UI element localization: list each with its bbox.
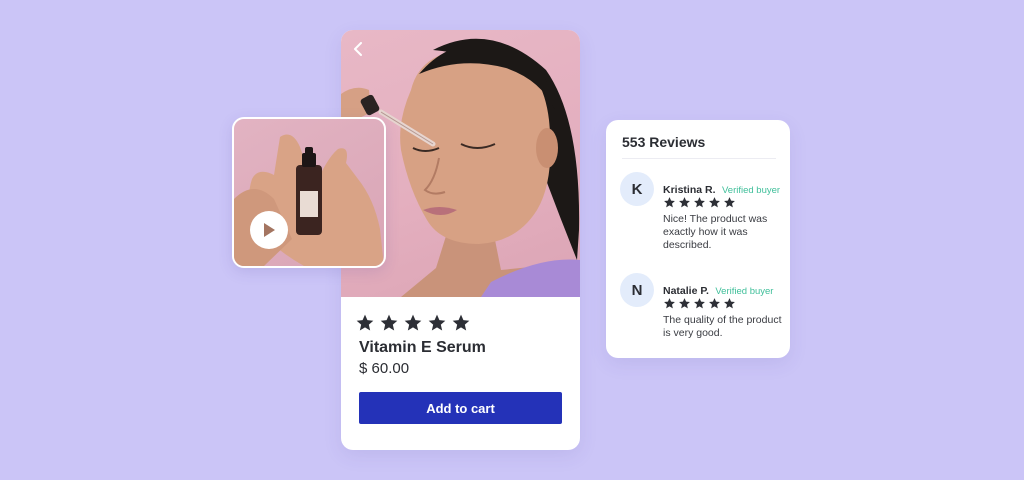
star-icon	[664, 197, 675, 208]
star-icon	[724, 197, 735, 208]
star-icon	[428, 314, 446, 331]
reviews-card: 553 Reviews K Kristina R. Verified buyer…	[606, 120, 790, 358]
verified-badge: Verified buyer	[715, 286, 774, 297]
reviewer-name: Kristina R.	[663, 184, 716, 196]
star-icon	[404, 314, 422, 331]
star-icon	[679, 197, 690, 208]
product-price: $ 60.00	[359, 360, 410, 377]
star-icon	[380, 314, 398, 331]
product-rating	[355, 313, 471, 333]
star-icon	[694, 197, 705, 208]
star-icon	[664, 298, 675, 309]
avatar: N	[620, 273, 654, 307]
add-to-cart-button[interactable]: Add to cart	[359, 392, 562, 424]
divider	[622, 158, 776, 159]
back-button[interactable]	[353, 42, 373, 62]
star-icon	[709, 197, 720, 208]
star-icon	[452, 314, 470, 331]
star-icon	[724, 298, 735, 309]
star-icon	[679, 298, 690, 309]
verified-badge: Verified buyer	[721, 185, 781, 196]
product-name: Vitamin E Serum	[359, 339, 486, 356]
avatar: K	[620, 172, 654, 206]
reviewer-name: Natalie P.	[663, 285, 709, 297]
review-rating	[663, 196, 736, 209]
star-icon	[709, 298, 720, 309]
play-icon	[264, 223, 275, 237]
chevron-left-icon	[354, 42, 362, 56]
star-icon	[356, 314, 374, 331]
review-text: Nice! The product was exactly how it was…	[663, 213, 768, 251]
star-icon	[694, 298, 705, 309]
reviews-count-title: 553 Reviews	[622, 134, 706, 150]
play-video-button[interactable]	[250, 211, 288, 249]
product-video-thumbnail[interactable]	[232, 117, 386, 268]
review-text: The quality of the product is very good.	[663, 314, 782, 339]
review-rating	[663, 297, 736, 310]
